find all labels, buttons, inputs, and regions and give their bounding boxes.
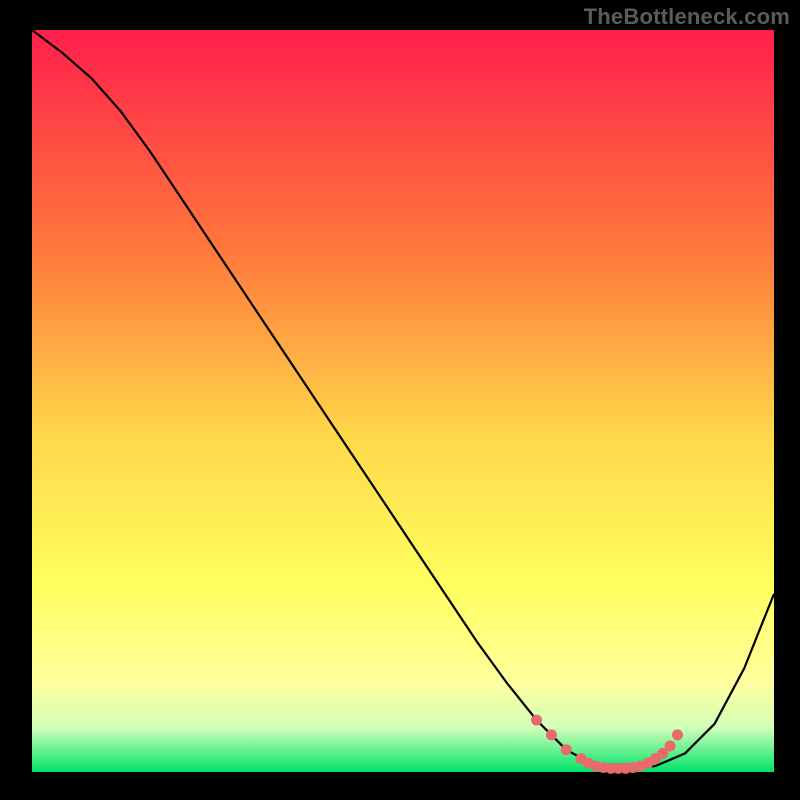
optimal-marker — [665, 741, 676, 752]
chart-frame: TheBottleneck.com — [0, 0, 800, 800]
watermark-text: TheBottleneck.com — [584, 4, 790, 30]
bottleneck-chart — [0, 0, 800, 800]
optimal-marker — [531, 715, 542, 726]
optimal-marker — [672, 729, 683, 740]
optimal-marker — [561, 744, 572, 755]
optimal-marker — [546, 729, 557, 740]
